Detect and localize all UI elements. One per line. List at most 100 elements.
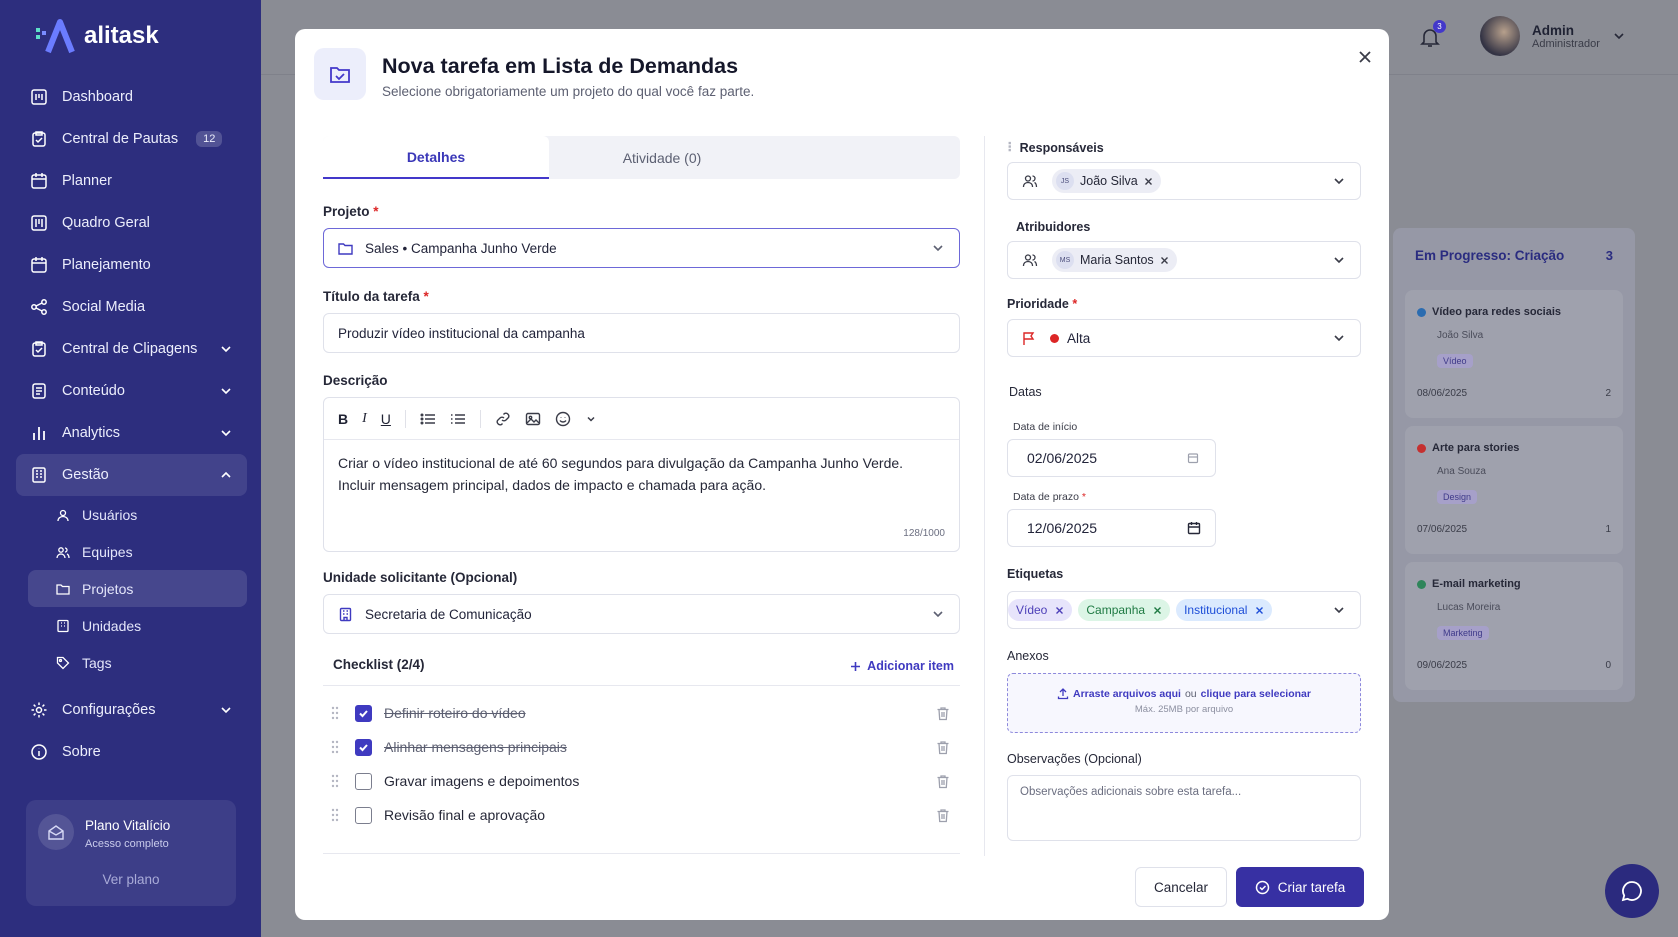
due-date-value: 12/06/2025: [1027, 520, 1098, 536]
new-task-modal: Nova tarefa em Lista de Demandas Selecio…: [295, 29, 1389, 920]
flag-icon: [1023, 331, 1035, 345]
kanban-card[interactable]: E-mail marketing Lucas Moreira Marketing…: [1405, 562, 1623, 690]
cancel-button[interactable]: Cancelar: [1135, 867, 1227, 907]
remove-icon[interactable]: [1160, 256, 1169, 265]
checkbox[interactable]: [355, 704, 372, 722]
bullet-list-icon[interactable]: [420, 412, 436, 426]
trash-icon[interactable]: [936, 740, 950, 755]
responsaveis-select[interactable]: JS João Silva: [1007, 162, 1361, 200]
checkbox[interactable]: [355, 772, 372, 790]
priority-select[interactable]: Alta: [1007, 319, 1361, 357]
tags-select[interactable]: Vídeo Campanha Institucional: [1007, 591, 1361, 629]
remove-icon[interactable]: [1144, 177, 1153, 186]
nav-central-de-clipagens[interactable]: Central de Clipagens: [16, 328, 247, 370]
view-plan-button[interactable]: Ver plano: [26, 872, 236, 887]
plan-card: Plano Vitalício Acesso completo Ver plan…: [26, 800, 236, 906]
tab-detalhes[interactable]: Detalhes: [323, 136, 549, 179]
nav-planner[interactable]: Planner: [16, 160, 247, 202]
nav-tags[interactable]: Tags: [28, 644, 247, 681]
image-icon[interactable]: [525, 411, 541, 427]
nav-dashboard[interactable]: Dashboard: [16, 76, 247, 118]
bold-icon[interactable]: B: [338, 411, 348, 427]
nav-label: Analytics: [62, 425, 121, 441]
trash-icon[interactable]: [936, 774, 950, 789]
add-item-button[interactable]: Adicionar item: [850, 659, 954, 673]
tab-atividade[interactable]: Atividade (0): [549, 136, 775, 179]
checkbox[interactable]: [355, 738, 372, 756]
underline-icon[interactable]: U: [381, 411, 391, 427]
remove-icon[interactable]: [1055, 606, 1064, 615]
chevron-down-icon: [221, 430, 231, 437]
column-divider: [984, 136, 985, 856]
column-title: Em Progresso: Criação: [1415, 248, 1565, 263]
priority-value: Alta: [1067, 330, 1091, 346]
nav-central-de-pautas[interactable]: Central de Pautas 12: [16, 118, 247, 160]
upload-click-link[interactable]: clique para selecionar: [1201, 688, 1311, 700]
drag-handle-icon[interactable]: [323, 706, 347, 720]
kanban-card[interactable]: Vídeo para redes sociais João Silva Víde…: [1405, 290, 1623, 418]
checklist-item[interactable]: Definir roteiro do vídeo: [323, 695, 960, 731]
calendar-icon[interactable]: [1187, 521, 1201, 535]
nav-configuracoes[interactable]: Configurações: [16, 689, 247, 731]
close-button[interactable]: [1355, 47, 1375, 67]
italic-icon[interactable]: I: [362, 411, 367, 427]
user-icon: [57, 509, 69, 521]
nav-conteudo[interactable]: Conteúdo: [16, 370, 247, 412]
checklist-item[interactable]: Gravar imagens e depoimentos: [323, 763, 960, 799]
nav-usuarios[interactable]: Usuários: [28, 496, 247, 533]
check-icon: [359, 709, 368, 717]
card-assignee: Lucas Moreira: [1437, 602, 1501, 613]
chat-button[interactable]: [1605, 864, 1659, 918]
calendar-icon[interactable]: [1187, 452, 1199, 464]
notes-textarea[interactable]: Observações adicionais sobre esta tarefa…: [1007, 775, 1361, 841]
nav-equipes[interactable]: Equipes: [28, 533, 247, 570]
user-role: Administrador: [1532, 37, 1600, 50]
trash-icon[interactable]: [936, 808, 950, 823]
remove-icon[interactable]: [1255, 606, 1264, 615]
nav-planejamento[interactable]: Planejamento: [16, 244, 247, 286]
start-date-input[interactable]: 02/06/2025: [1007, 439, 1216, 477]
modal-subtitle: Selecione obrigatoriamente um projeto do…: [382, 84, 755, 99]
kanban-card[interactable]: Arte para stories Ana Souza Design 07/06…: [1405, 426, 1623, 554]
project-select[interactable]: Sales • Campanha Junho Verde: [323, 228, 960, 268]
link-icon[interactable]: [495, 411, 511, 427]
chevron-down-icon: [221, 346, 231, 353]
nav-label: Projetos: [82, 580, 134, 597]
atribuidores-label: Atribuidores: [1016, 220, 1091, 234]
create-task-button[interactable]: Criar tarefa: [1236, 867, 1364, 907]
drag-handle-icon[interactable]: [323, 740, 347, 754]
checkbox[interactable]: [355, 806, 372, 824]
drag-handle-icon[interactable]: [323, 808, 347, 822]
drag-handle-icon[interactable]: [323, 774, 347, 788]
nav-projetos[interactable]: Projetos: [28, 570, 247, 607]
document-icon: [32, 383, 46, 399]
nav-social-media[interactable]: Social Media: [16, 286, 247, 328]
task-title-input[interactable]: Produzir vídeo institucional da campanha: [323, 313, 960, 353]
toolbar-divider: [404, 409, 406, 428]
user-menu[interactable]: Admin Administrador: [1480, 16, 1626, 56]
checklist-item[interactable]: Alinhar mensagens principais: [323, 729, 960, 765]
remove-icon[interactable]: [1153, 606, 1162, 615]
nav-gestao[interactable]: Gestão: [16, 454, 247, 496]
calendar-icon: [31, 173, 47, 189]
numbered-list-icon[interactable]: [450, 412, 466, 426]
kanban-column: Em Progresso: Criação 3 Vídeo para redes…: [1393, 228, 1635, 702]
nav-unidades[interactable]: Unidades: [28, 607, 247, 644]
responsaveis-label: ⠇ Responsáveis: [1007, 141, 1104, 155]
checklist-item[interactable]: Revisão final e aprovação: [323, 797, 960, 833]
chevron-down-icon[interactable]: [585, 413, 597, 425]
column-count: 3: [1605, 248, 1613, 263]
nav-quadro-geral[interactable]: Quadro Geral: [16, 202, 247, 244]
due-date-input[interactable]: 12/06/2025: [1007, 509, 1216, 547]
upload-dropzone[interactable]: Arraste arquivos aqui ou clique para sel…: [1007, 673, 1361, 733]
nav-analytics[interactable]: Analytics: [16, 412, 247, 454]
atribuidores-select[interactable]: MS Maria Santos: [1007, 241, 1361, 279]
trash-icon[interactable]: [936, 706, 950, 721]
description-editor[interactable]: B I U Criar o vídeo institucional de até…: [323, 397, 960, 552]
notes-placeholder: Observações adicionais sobre esta tarefa…: [1020, 786, 1242, 798]
unit-select[interactable]: Secretaria de Comunicação: [323, 594, 960, 634]
notifications-button[interactable]: 3: [1420, 20, 1446, 48]
emoji-icon[interactable]: [555, 411, 571, 427]
logo[interactable]: alitask: [34, 18, 159, 54]
nav-sobre[interactable]: Sobre: [16, 731, 247, 773]
